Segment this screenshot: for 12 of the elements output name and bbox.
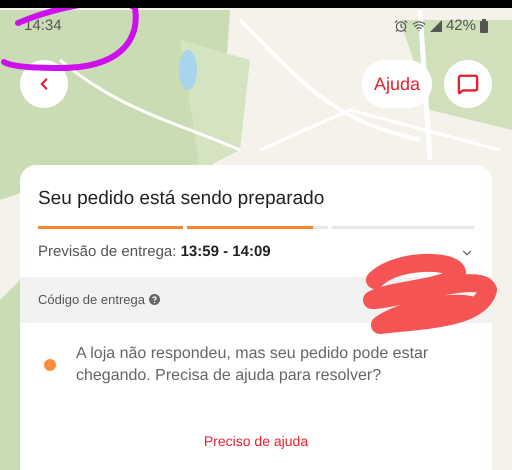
order-title: Seu pedido está sendo preparado xyxy=(37,187,326,211)
need-help-link[interactable]: Preciso de ajuda xyxy=(204,430,308,452)
chat-icon xyxy=(457,73,479,95)
battery-level: 42% xyxy=(446,16,476,36)
alarm-icon xyxy=(394,19,408,33)
wifi-icon xyxy=(412,19,426,33)
help-icon[interactable] xyxy=(148,294,160,305)
delivery-code-label: Código de entrega xyxy=(38,290,145,309)
battery-icon xyxy=(480,19,488,33)
delivery-estimate: Previsão de entrega: 13:59 - 14:09 xyxy=(38,242,271,262)
signal-icon xyxy=(430,20,442,32)
notice-text: A loja não respondeu, mas seu pedido pode estar chegando. Precisa de ajuda para resolver? xyxy=(76,344,430,386)
